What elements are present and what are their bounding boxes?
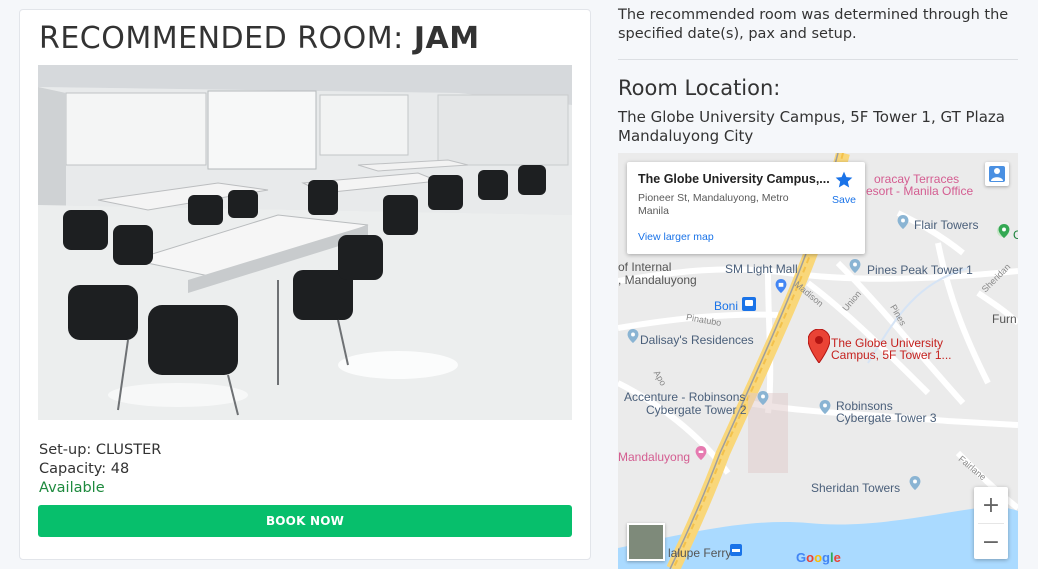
- setup-text: Set-up: CLUSTER: [39, 442, 162, 458]
- map-label-mandaluyong-b: Mandaluyong: [618, 450, 691, 464]
- map-label-dalisay: Dalisay's Residences: [640, 333, 754, 347]
- info-window-address: Pioneer St, Mandaluyong, Metro Manila: [638, 192, 789, 217]
- map-label-resort: esort - Manila Office: [866, 184, 974, 198]
- room-location-heading: Room Location:: [618, 76, 781, 100]
- map-label-globe-2: Campus, 5F Tower 1...: [831, 348, 952, 362]
- map-label-pines-peak: Pines Peak Tower 1: [867, 263, 973, 277]
- hotel-icon[interactable]: [694, 446, 708, 460]
- map-pin-icon[interactable]: [848, 259, 862, 273]
- zoom-controls: + −: [974, 487, 1008, 559]
- map-pin-icon[interactable]: [997, 224, 1011, 238]
- shopping-icon[interactable]: [774, 279, 788, 293]
- recommended-room-title: RECOMMENDED ROOM: JAM: [39, 21, 480, 56]
- map-label-mandaluyong-a: , Mandaluyong: [618, 273, 697, 287]
- map-label-ferry: lalupe Ferry: [668, 546, 732, 560]
- zoom-out-button[interactable]: −: [974, 524, 1008, 560]
- map-label-g-edge: G: [1013, 228, 1018, 242]
- book-now-button[interactable]: BOOK NOW: [38, 505, 572, 537]
- map-label-sm-light: SM Light Mall: [725, 262, 798, 276]
- map-pin-icon[interactable]: [626, 329, 640, 343]
- recommendation-note: The recommended room was determined thro…: [618, 7, 1009, 42]
- ferry-icon[interactable]: [730, 544, 742, 556]
- availability-status: Available: [39, 480, 105, 496]
- street-view-button[interactable]: [985, 162, 1009, 186]
- map-label-accenture-2: Cybergate Tower 2: [646, 403, 747, 417]
- map-pin-icon[interactable]: [818, 400, 832, 414]
- map-label-flair-towers: Flair Towers: [914, 218, 979, 232]
- save-label: Save: [832, 194, 856, 206]
- save-place-button[interactable]: Save: [829, 170, 859, 206]
- map-label-boni: Boni: [714, 299, 739, 313]
- room-card: RECOMMENDED ROOM: JAM Set-up: CLUSTER Ca…: [19, 9, 591, 560]
- map-label-internal: of Internal: [618, 260, 672, 274]
- title-prefix: RECOMMENDED ROOM:: [39, 21, 404, 56]
- zoom-in-button[interactable]: +: [974, 487, 1008, 523]
- room-photo-illustration: [38, 65, 572, 420]
- location-marker-icon[interactable]: [808, 329, 830, 363]
- google-logo: Google: [796, 550, 841, 565]
- map-pin-icon[interactable]: [896, 215, 910, 229]
- capacity-text: Capacity: 48: [39, 461, 130, 477]
- map-pin-icon[interactable]: [908, 476, 922, 490]
- map-label-sheridan-towers: Sheridan Towers: [811, 481, 901, 495]
- satellite-toggle[interactable]: [627, 523, 665, 561]
- room-details: Set-up: CLUSTER Capacity: 48 Available: [39, 441, 161, 498]
- map-label-furn: Furn: [992, 312, 1017, 326]
- room-address: The Globe University Campus, 5F Tower 1,…: [618, 108, 1005, 145]
- transit-icon[interactable]: [742, 297, 756, 311]
- embedded-map[interactable]: oracay Terraces esort - Manila Office Fl…: [618, 153, 1018, 569]
- room-photo: [38, 65, 572, 420]
- map-label-accenture-1: Accenture - Robinsons: [624, 390, 746, 404]
- info-window-title: The Globe University Campus,...: [638, 172, 830, 186]
- map-pin-icon[interactable]: [756, 391, 770, 405]
- map-info-window: The Globe University Campus,... Pioneer …: [627, 162, 865, 254]
- room-name: JAM: [413, 21, 480, 56]
- map-label-robinsons-2: Cybergate Tower 3: [836, 411, 937, 425]
- view-larger-map-link[interactable]: View larger map: [638, 231, 714, 243]
- pegman-icon: [989, 166, 1005, 182]
- star-icon: [835, 171, 853, 188]
- divider: [618, 59, 1018, 60]
